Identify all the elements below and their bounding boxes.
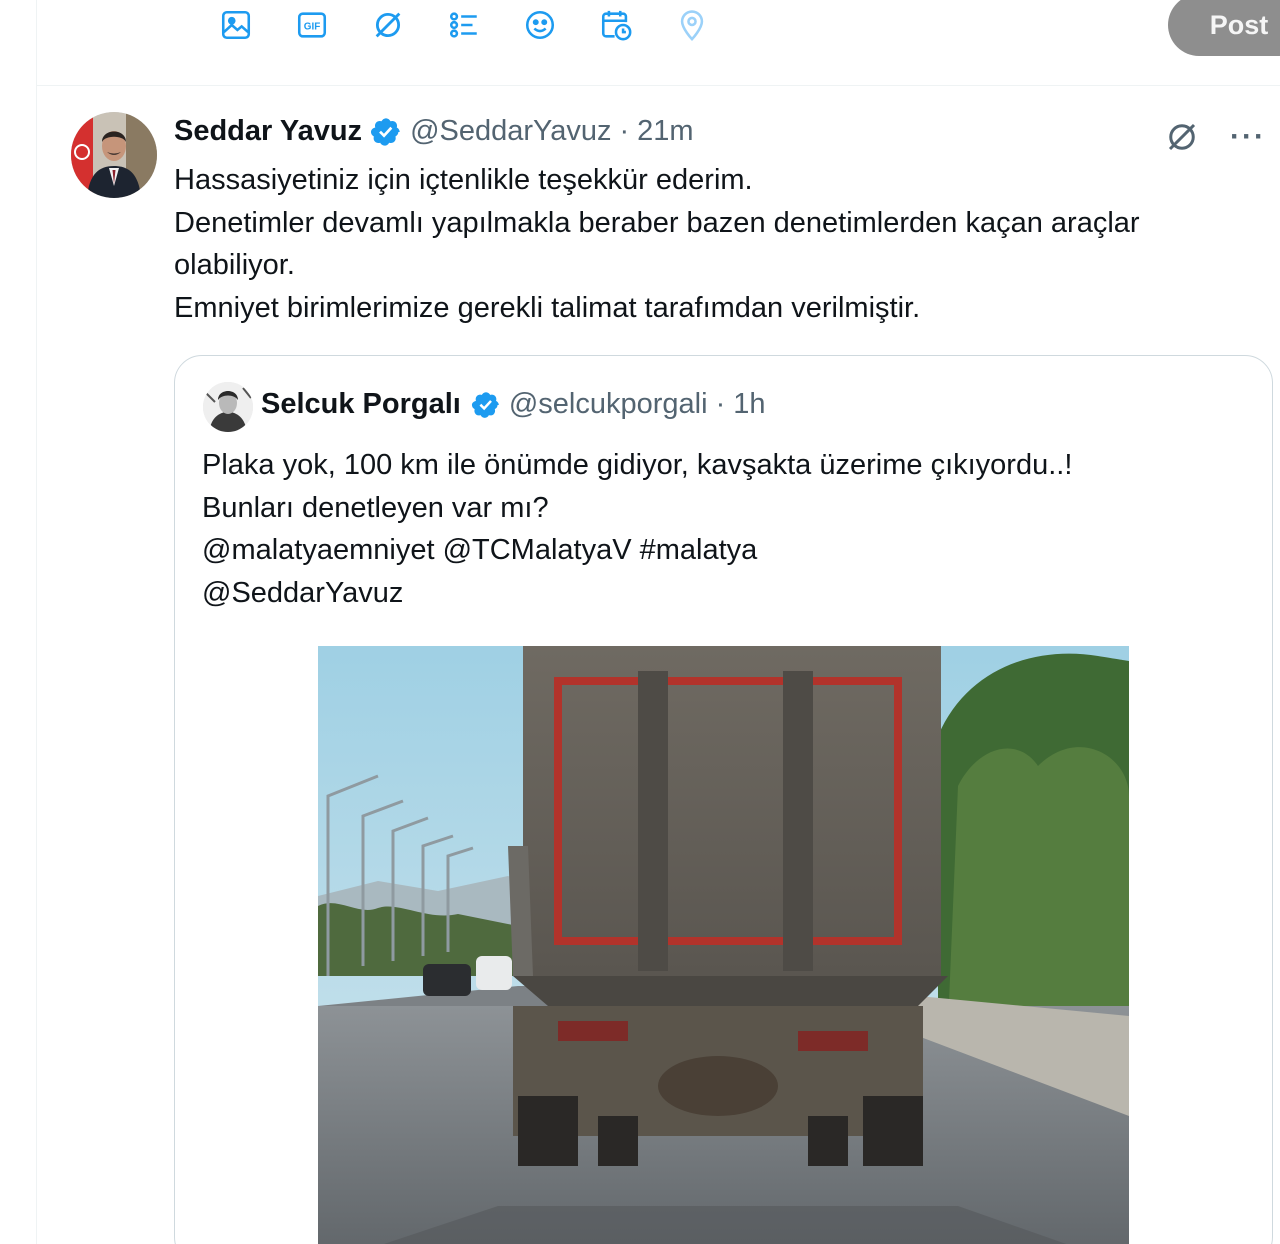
quote-timestamp: 1h [733, 388, 766, 420]
composer-toolbar: GIF [217, 6, 749, 44]
avatar-image [71, 112, 157, 198]
schedule-button[interactable] [597, 6, 635, 44]
gif-icon: GIF [297, 12, 327, 38]
poll-icon [449, 12, 477, 38]
location-icon [680, 10, 704, 42]
tweet-header: Seddar Yavuz @SeddarYavuz · 21m [174, 115, 694, 148]
quote-header: Selcuk Porgalı @selcukporgali · 1h [261, 388, 766, 421]
tweet[interactable]: Seddar Yavuz @SeddarYavuz · 21m ··· Hass… [37, 87, 1280, 1244]
avatar[interactable] [71, 112, 157, 198]
schedule-icon [601, 10, 632, 41]
composer: GIF Post [37, 0, 1280, 86]
quote-avatar-image [203, 382, 253, 432]
tweet-text-line: olabiliyor. [174, 249, 295, 281]
verified-badge-icon [371, 117, 400, 146]
tweet-actions-top: ··· [1162, 117, 1268, 157]
location-button[interactable] [673, 6, 711, 44]
quote-author-handle: @selcukporgali [508, 388, 708, 420]
gif-icon-text: GIF [304, 21, 321, 32]
emoji-button[interactable] [521, 6, 559, 44]
timestamp[interactable]: 21m [637, 115, 693, 148]
grok-button[interactable] [369, 6, 407, 44]
more-options-button[interactable]: ··· [1228, 117, 1268, 157]
quote-avatar[interactable] [203, 382, 253, 432]
grok-action-button[interactable] [1162, 117, 1202, 157]
tweet-text-line: Denetimler devamlı yapılmakla beraber ba… [174, 206, 1140, 239]
grok-icon [1168, 123, 1196, 151]
tweet-text-line: Hassasiyetiniz için içtenlikle teşekkür … [174, 164, 753, 196]
truck-photo [318, 646, 1129, 1244]
emoji-icon [525, 10, 555, 40]
image-icon [221, 10, 251, 40]
quote-media-photo[interactable] [318, 646, 1129, 1244]
tweet-text: Hassasiyetiniz için içtenlikle teşekkür … [174, 159, 1274, 329]
quote-text-line: Plaka yok, 100 km ile önümde gidiyor, ka… [202, 449, 1073, 481]
author-name[interactable]: Seddar Yavuz [174, 115, 362, 148]
gif-button[interactable]: GIF [293, 6, 331, 44]
quote-text-line: @malatyaemniyet @TCMalatyaV #malatya [202, 534, 758, 566]
quoted-tweet[interactable]: Selcuk Porgalı @selcukporgali · 1h Plaka… [174, 355, 1273, 1244]
media-button[interactable] [217, 6, 255, 44]
separator-dot: · [715, 388, 726, 420]
tweet-text-line: Emniyet birimlerimize gerekli talimat ta… [174, 291, 921, 324]
grok-icon [375, 12, 401, 38]
separator-dot: · [619, 115, 630, 147]
verified-badge-icon [471, 391, 499, 418]
author-handle[interactable]: @SeddarYavuz [410, 115, 611, 148]
quote-text-line: Bunları denetleyen var mı? [202, 491, 549, 524]
quote-text: Plaka yok, 100 km ile önümde gidiyor, ka… [202, 444, 1072, 614]
quote-text-line: @SeddarYavuz [202, 576, 404, 609]
post-button[interactable]: Post [1168, 0, 1280, 56]
poll-button[interactable] [445, 6, 483, 44]
more-icon: ··· [1230, 120, 1266, 153]
quote-author-name: Selcuk Porgalı [261, 388, 461, 420]
